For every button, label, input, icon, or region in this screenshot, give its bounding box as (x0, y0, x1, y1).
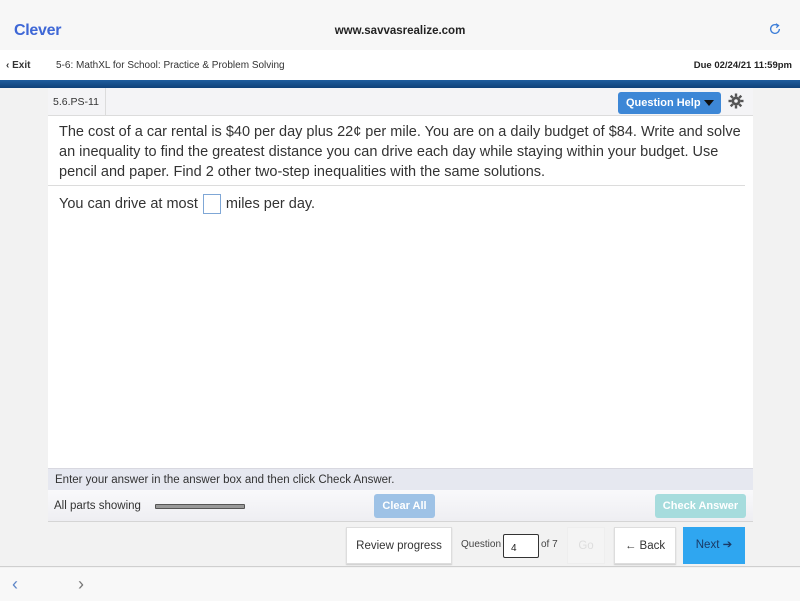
parts-progress-bar (155, 504, 245, 509)
right-gutter (753, 88, 800, 522)
clear-all-button[interactable]: Clear All (374, 494, 435, 518)
question-total: of 7 (541, 539, 558, 550)
question-number-input[interactable]: 4 (503, 534, 539, 558)
assignment-nav-bar: ‹ Exit 5-6: MathXL for School: Practice … (0, 50, 800, 80)
question-help-label: Question Help (626, 97, 701, 109)
next-button[interactable]: Next ➔ (683, 527, 745, 564)
instruction-text: Enter your answer in the answer box and … (55, 474, 395, 486)
question-id: 5.6.PS-11 (48, 88, 106, 116)
gear-icon[interactable] (728, 93, 744, 109)
back-button[interactable]: ← Back (614, 527, 676, 564)
answer-line: You can drive at most miles per day. (59, 194, 315, 214)
check-answer-button[interactable]: Check Answer (655, 494, 746, 518)
answer-prefix: You can drive at most (59, 196, 198, 212)
question-divider (48, 185, 745, 186)
question-header: 5.6.PS-11 Question Help (48, 88, 753, 116)
browser-forward-icon[interactable]: › (78, 574, 84, 595)
browser-back-icon[interactable]: ‹ (12, 574, 18, 595)
review-progress-button[interactable]: Review progress (346, 527, 452, 564)
question-help-button[interactable]: Question Help (618, 92, 721, 114)
footer-nav: Review progress Question 4 of 7 Go ← Bac… (0, 522, 800, 567)
instruction-bar: Enter your answer in the answer box and … (48, 468, 753, 490)
left-gutter (0, 88, 48, 522)
due-date: Due 02/24/21 11:59pm (693, 60, 792, 71)
header-divider (0, 80, 800, 88)
browser-bottom-bar: ‹ › (0, 568, 800, 601)
exit-label: Exit (12, 60, 31, 71)
question-panel: 5.6.PS-11 Question Help The cost of a ca… (48, 88, 753, 522)
go-button[interactable]: Go (567, 527, 605, 564)
browser-bar: Clever www.savvasrealize.com (0, 0, 800, 50)
parts-bar: All parts showing Clear All Check Answer (48, 490, 753, 522)
exit-button[interactable]: ‹ Exit (6, 60, 30, 71)
assignment-title: 5-6: MathXL for School: Practice & Probl… (56, 60, 285, 71)
url-display[interactable]: www.savvasrealize.com (0, 25, 800, 37)
answer-suffix: miles per day. (225, 196, 316, 212)
reload-icon[interactable] (768, 22, 782, 36)
parts-progress-fill (156, 505, 244, 508)
question-nav-label: Question (461, 539, 502, 550)
answer-input[interactable] (202, 194, 221, 214)
parts-label: All parts showing (54, 500, 141, 512)
question-text: The cost of a car rental is $40 per day … (59, 124, 741, 180)
caret-down-icon (703, 100, 714, 107)
